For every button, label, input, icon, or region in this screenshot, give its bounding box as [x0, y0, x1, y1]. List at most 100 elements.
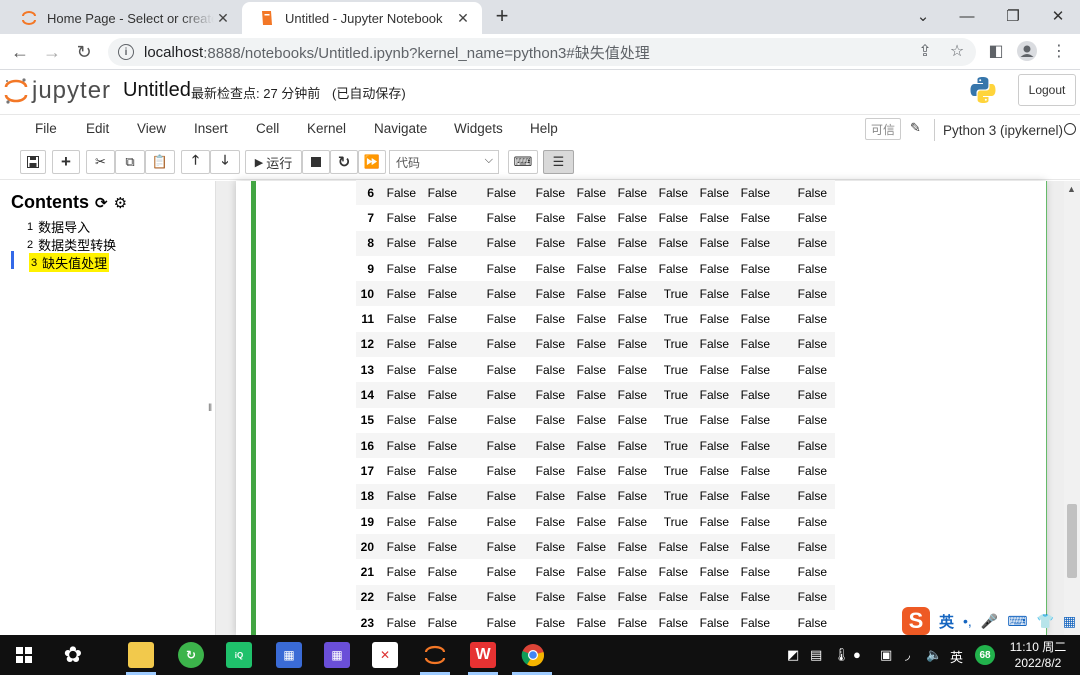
table-cell: False [740, 210, 770, 225]
tray-device-icon[interactable]: ▤ [810, 647, 822, 663]
menu-navigate[interactable]: Navigate [374, 121, 427, 136]
keyboard-icon[interactable]: ⌨ [1007, 613, 1027, 630]
toc-toggle-button[interactable]: ☰ [543, 150, 574, 174]
share-icon[interactable]: ⇪ [914, 40, 936, 62]
app-green-icon[interactable]: ↻ [178, 642, 204, 668]
close-tab-icon[interactable]: ✕ [214, 9, 232, 27]
restart-run-all-button[interactable]: ⏩ [358, 150, 386, 174]
calendar-app-icon[interactable]: ▦ [276, 642, 302, 668]
cell-type-select[interactable]: 代码 ⌵ [389, 150, 499, 174]
app-icon[interactable]: ✿ [60, 642, 86, 668]
refresh-icon[interactable]: ⟳ [95, 194, 108, 212]
menu-insert[interactable]: Insert [194, 121, 228, 136]
interrupt-button[interactable] [302, 150, 330, 174]
menu-file[interactable]: File [35, 121, 57, 136]
table-cell: False [576, 489, 606, 504]
row-index: 19 [360, 514, 374, 529]
restore-icon[interactable]: ❐ [998, 4, 1028, 28]
jupyter-logo[interactable]: jupyter [4, 76, 111, 106]
profile-avatar-icon[interactable] [1016, 40, 1038, 62]
run-button[interactable]: ▶ 运行 [245, 150, 302, 174]
back-icon[interactable]: ← [8, 40, 32, 64]
move-up-button[interactable]: 🡑 [181, 150, 210, 174]
toc-item-type-conversion[interactable]: 2 数据类型转换 [27, 235, 116, 254]
ime-language[interactable]: 英 [939, 611, 954, 632]
punctuation-icon[interactable]: •, [963, 613, 972, 629]
page-scrollbar[interactable]: ▲ [1064, 181, 1080, 635]
paste-button[interactable]: 📋 [145, 150, 175, 174]
toc-resize-handle[interactable]: ‖ [208, 403, 212, 414]
menu-view[interactable]: View [137, 121, 166, 136]
row-index: 6 [367, 185, 374, 200]
menu-kernel[interactable]: Kernel [307, 121, 346, 136]
restart-kernel-button[interactable]: ↻ [330, 150, 358, 174]
close-window-icon[interactable]: ✕ [1043, 4, 1073, 28]
scrollbar-thumb[interactable] [1067, 504, 1077, 578]
site-info-icon[interactable]: i [118, 44, 134, 60]
bookmark-star-icon[interactable]: ☆ [946, 40, 968, 62]
menu-edit[interactable]: Edit [86, 121, 109, 136]
table-cell: False [386, 615, 416, 630]
tray-app-icon[interactable]: ◩ [787, 647, 799, 663]
chrome-icon[interactable] [520, 642, 546, 668]
move-down-button[interactable]: 🡓 [210, 150, 240, 174]
minimize-icon[interactable]: — [952, 4, 982, 28]
gear-icon[interactable]: ⚙ [114, 194, 127, 212]
notebook-title[interactable]: Untitled [123, 79, 191, 102]
skin-icon[interactable]: 👕 [1036, 613, 1053, 630]
command-palette-button[interactable]: ⌨ [508, 150, 538, 174]
table-cell: False [699, 261, 729, 276]
url-input[interactable]: i localhost:8888/notebooks/Untitled.ipyn… [108, 38, 976, 66]
scroll-up-icon[interactable]: ▲ [1067, 184, 1076, 194]
wps-icon[interactable]: W [470, 642, 496, 668]
windows-start-icon[interactable] [11, 642, 37, 668]
table-cell: False [576, 388, 606, 403]
system-clock[interactable]: 11:10 周二 2022/8/2 [1008, 639, 1068, 671]
microphone-icon[interactable]: 🎤 [981, 613, 998, 630]
save-button[interactable] [20, 150, 46, 174]
close-tab-icon[interactable]: ✕ [454, 9, 472, 27]
volume-icon[interactable]: 🔈 [926, 647, 942, 663]
menu-help[interactable]: Help [530, 121, 558, 136]
jupyter-taskbar-icon[interactable] [422, 642, 448, 668]
notification-badge[interactable]: 68 [975, 645, 995, 665]
new-tab-icon[interactable]: + [490, 5, 514, 29]
insert-cell-button[interactable]: + [52, 150, 80, 174]
jupyter-logo-icon [4, 78, 28, 104]
tab-home-page[interactable]: Home Page - Select or create a notebook … [4, 2, 242, 34]
menubar: File Edit View Insert Cell Kernel Naviga… [0, 114, 1080, 144]
tray-network-adapter-icon[interactable]: ▣ [880, 647, 892, 663]
file-explorer-icon[interactable] [128, 642, 154, 668]
table-cell: False [576, 236, 606, 251]
calendar-app-2-icon[interactable]: ▦ [324, 642, 350, 668]
menu-cell[interactable]: Cell [256, 121, 279, 136]
chevron-down-icon[interactable]: ⌄ [908, 4, 938, 28]
forward-icon[interactable]: → [40, 40, 64, 64]
table-cell: False [576, 539, 606, 554]
paste-icon: 📋 [151, 154, 169, 169]
toc-item-data-import[interactable]: 1 数据导入 [27, 217, 90, 236]
tab-untitled-notebook[interactable]: Untitled - Jupyter Notebook ✕ [242, 2, 482, 34]
side-panel-icon[interactable]: ◧ [985, 40, 1007, 62]
copy-button[interactable]: ⧉ [115, 150, 145, 174]
more-menu-icon[interactable]: ⋮ [1048, 40, 1070, 62]
wifi-icon[interactable]: ◞ [905, 647, 910, 663]
tray-green-app-icon[interactable]: ● [853, 647, 861, 662]
reload-icon[interactable]: ↻ [72, 40, 96, 64]
iqiyi-icon[interactable]: iQ [226, 642, 252, 668]
table-cell: False [740, 539, 770, 554]
trusted-indicator[interactable]: 可信 [865, 118, 901, 140]
cut-button[interactable]: ✂ [86, 150, 115, 174]
row-index: 12 [360, 337, 374, 352]
toc-item-missing-values[interactable]: 3 缺失值处理 [29, 253, 110, 272]
tray-thermometer-icon[interactable]: 🌡 [833, 647, 850, 663]
table-cell: True [663, 463, 688, 478]
menu-widgets[interactable]: Widgets [454, 121, 503, 136]
app-red-icon[interactable]: ✕ [372, 642, 398, 668]
toolbox-icon[interactable]: ▦ [1063, 613, 1076, 630]
notebook-toolbar: + ✂ ⧉ 📋 🡑 🡓 ▶ 运行 ↻ ⏩ 代码 ⌵ ⌨ ☰ [0, 144, 1080, 180]
sogou-ime-icon[interactable]: S [902, 607, 930, 635]
input-language[interactable]: 英 [950, 647, 963, 666]
logout-button[interactable]: Logout [1018, 74, 1076, 106]
table-cell: False [699, 388, 729, 403]
